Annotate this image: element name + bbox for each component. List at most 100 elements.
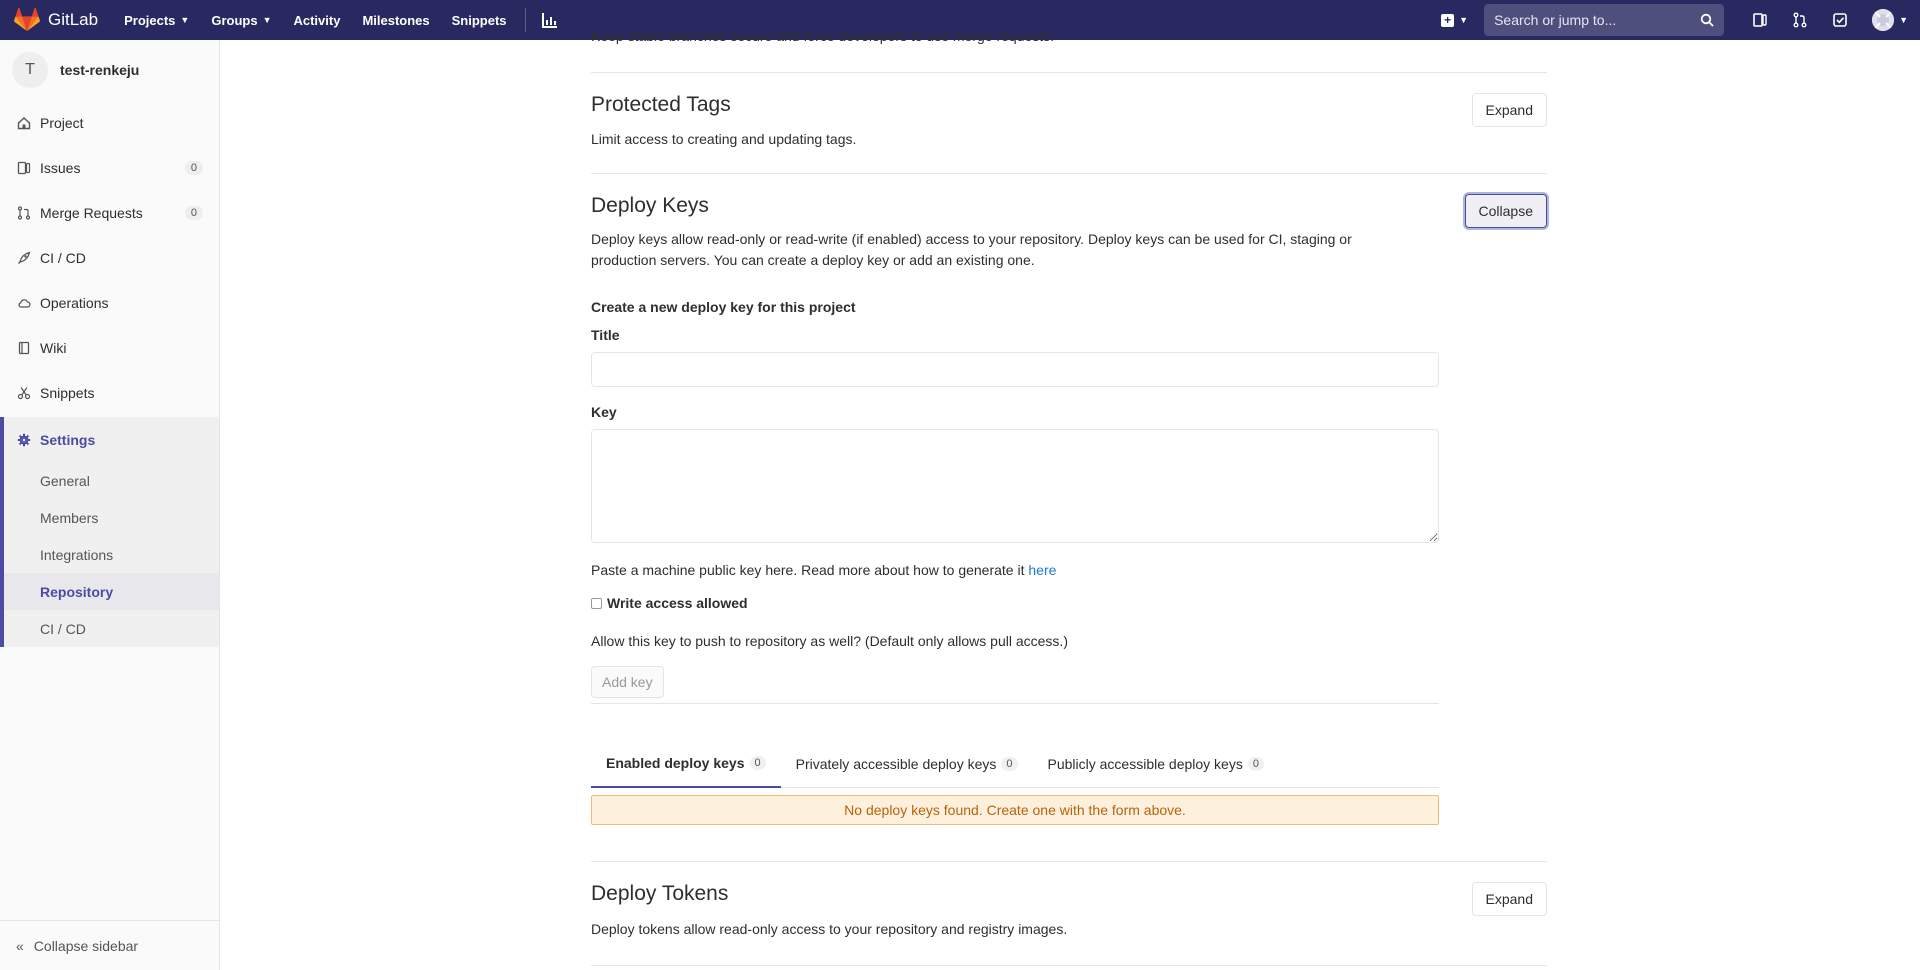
protected-tags-expand-button[interactable]: Expand bbox=[1471, 93, 1547, 127]
rocket-icon bbox=[16, 250, 32, 266]
issues-count-badge: 0 bbox=[184, 160, 203, 175]
key-help-text: Paste a machine public key here. Read mo… bbox=[591, 560, 1439, 581]
sidebar-item-label: Issues bbox=[40, 159, 81, 176]
collapse-sidebar-button[interactable]: « Collapse sidebar bbox=[0, 920, 219, 970]
cloud-icon bbox=[16, 295, 32, 311]
sidebar-project-header[interactable]: T test-renkeju bbox=[0, 40, 219, 100]
sidebar-item-merge-requests[interactable]: Merge Requests 0 bbox=[0, 190, 219, 235]
deploy-tokens-expand-button[interactable]: Expand bbox=[1471, 882, 1547, 916]
sidebar-settings-group: Settings General Members Integrations Re… bbox=[0, 417, 219, 647]
chevron-down-icon: ▼ bbox=[1459, 15, 1469, 25]
sidebar-item-issues[interactable]: Issues 0 bbox=[0, 145, 219, 190]
tab-count-badge: 0 bbox=[1247, 757, 1264, 771]
merge-request-icon bbox=[16, 205, 32, 221]
double-chevron-left-icon: « bbox=[16, 937, 24, 954]
deploy-keys-description-line1: Deploy keys allow read-only or read-writ… bbox=[591, 231, 1352, 247]
chevron-down-icon[interactable]: ▼ bbox=[1899, 15, 1908, 25]
merge-request-icon[interactable] bbox=[1791, 11, 1809, 29]
nav-divider bbox=[524, 8, 526, 32]
gear-icon bbox=[16, 432, 32, 448]
add-key-button[interactable]: Add key bbox=[591, 666, 664, 698]
protected-tags-section: Protected Tags Limit access to creating … bbox=[591, 72, 1547, 174]
tab-publicly-accessible-keys[interactable]: Publicly accessible deploy keys 0 bbox=[1033, 740, 1279, 788]
home-icon bbox=[16, 115, 32, 131]
user-avatar[interactable] bbox=[1872, 9, 1895, 31]
tab-enabled-deploy-keys[interactable]: Enabled deploy keys 0 bbox=[591, 740, 781, 788]
brand-name: GitLab bbox=[48, 10, 99, 29]
issues-icon[interactable] bbox=[1751, 11, 1769, 29]
project-name: test-renkeju bbox=[60, 62, 140, 78]
sidebar-item-ci-cd[interactable]: CI / CD bbox=[0, 235, 219, 280]
sidebar-subitem-members[interactable]: Members bbox=[4, 499, 219, 536]
no-deploy-keys-alert: No deploy keys found. Create one with th… bbox=[591, 795, 1439, 825]
search-input[interactable] bbox=[1494, 12, 1701, 28]
nav-projects-label: Projects bbox=[124, 12, 176, 28]
tab-label: Enabled deploy keys bbox=[606, 755, 745, 771]
sidebar-item-label: Merge Requests bbox=[40, 204, 143, 221]
nav-groups-label: Groups bbox=[211, 12, 258, 28]
protected-tags-title: Protected Tags bbox=[591, 93, 731, 116]
tab-label: Privately accessible deploy keys bbox=[795, 756, 997, 772]
title-label: Title bbox=[591, 327, 620, 343]
sidebar-subitem-integrations[interactable]: Integrations bbox=[4, 536, 219, 573]
deploy-tokens-section: Deploy Tokens Deploy tokens allow read-o… bbox=[591, 862, 1547, 966]
deploy-tokens-title: Deploy Tokens bbox=[591, 882, 729, 905]
sidebar-item-label: Wiki bbox=[40, 339, 67, 356]
protected-tags-description: Limit access to creating and updating ta… bbox=[591, 131, 857, 147]
tab-count-badge: 0 bbox=[749, 756, 766, 770]
issues-icon bbox=[16, 160, 32, 176]
collapse-sidebar-label: Collapse sidebar bbox=[33, 937, 139, 954]
nav-snippets[interactable]: Snippets bbox=[452, 13, 507, 28]
deploy-keys-tabs: Enabled deploy keys 0 Privately accessibl… bbox=[591, 740, 1439, 788]
write-access-row: Write access allowed bbox=[591, 595, 1439, 611]
merge-requests-count-badge: 0 bbox=[184, 205, 203, 220]
deploy-keys-description-line2: production servers. You can create a dep… bbox=[591, 252, 1035, 268]
sidebar-item-label: Operations bbox=[40, 294, 109, 311]
sidebar-subitem-general[interactable]: General bbox=[4, 462, 219, 499]
deploy-keys-collapse-button[interactable]: Collapse bbox=[1464, 194, 1547, 228]
todos-icon[interactable] bbox=[1831, 11, 1849, 29]
deploy-tokens-description: Deploy tokens allow read-only access to … bbox=[591, 921, 1068, 937]
write-access-help: Allow this key to push to repository as … bbox=[591, 633, 1068, 649]
sidebar-item-operations[interactable]: Operations bbox=[0, 280, 219, 325]
nav-projects[interactable]: Projects ▼ bbox=[124, 13, 189, 28]
sidebar-item-project[interactable]: Project bbox=[0, 100, 219, 145]
book-icon bbox=[16, 340, 32, 356]
main-nav: Projects ▼ Groups ▼ Activity Milestones Sn… bbox=[124, 0, 557, 40]
project-sidebar: T test-renkeju Project Issues 0 Merge Re… bbox=[0, 40, 220, 970]
nav-activity[interactable]: Activity bbox=[293, 13, 340, 28]
title-input[interactable] bbox=[591, 352, 1439, 387]
sidebar-item-snippets[interactable]: Snippets bbox=[0, 370, 219, 415]
sidebar-subitem-ci-cd[interactable]: CI / CD bbox=[4, 610, 219, 647]
write-access-checkbox[interactable] bbox=[591, 597, 602, 609]
nav-milestones[interactable]: Milestones bbox=[362, 13, 429, 28]
sidebar-item-wiki[interactable]: Wiki bbox=[0, 325, 219, 370]
tab-count-badge: 0 bbox=[1001, 757, 1018, 771]
tab-label: Publicly accessible deploy keys bbox=[1047, 756, 1243, 772]
sidebar-item-label: Settings bbox=[40, 431, 96, 448]
sidebar-item-settings[interactable]: Settings bbox=[4, 417, 219, 462]
nav-groups[interactable]: Groups ▼ bbox=[211, 13, 271, 28]
top-right-controls: + ▼ ▼ bbox=[1441, 0, 1920, 40]
form-heading: Create a new deploy key for this project bbox=[591, 299, 856, 315]
generate-key-help-link[interactable]: here bbox=[1028, 562, 1056, 578]
chart-icon[interactable] bbox=[541, 12, 558, 28]
deploy-key-form: Create a new deploy key for this project… bbox=[591, 299, 1439, 698]
search-icon[interactable] bbox=[1700, 13, 1714, 27]
project-avatar: T bbox=[12, 52, 48, 88]
gitlab-logo-icon bbox=[14, 8, 40, 31]
sidebar-subitem-repository[interactable]: Repository bbox=[4, 573, 219, 610]
main-content: Keep stable branches secure and force de… bbox=[591, 28, 1547, 966]
avatar-pattern-icon bbox=[1872, 9, 1895, 31]
search-box bbox=[1484, 4, 1725, 36]
chevron-down-icon: ▼ bbox=[180, 15, 190, 25]
gitlab-home-link[interactable]: GitLab bbox=[14, 0, 98, 40]
tab-privately-accessible-keys[interactable]: Privately accessible deploy keys 0 bbox=[781, 740, 1033, 788]
new-dropdown-button[interactable]: + ▼ bbox=[1441, 13, 1469, 27]
key-textarea[interactable] bbox=[591, 429, 1439, 543]
scissors-icon bbox=[16, 385, 32, 401]
write-access-label[interactable]: Write access allowed bbox=[607, 595, 748, 611]
deploy-keys-section: Deploy Keys Collapse Deploy keys allow r… bbox=[591, 174, 1547, 862]
key-help-text-body: Paste a machine public key here. Read mo… bbox=[591, 562, 1029, 578]
deploy-keys-title: Deploy Keys bbox=[591, 194, 709, 217]
